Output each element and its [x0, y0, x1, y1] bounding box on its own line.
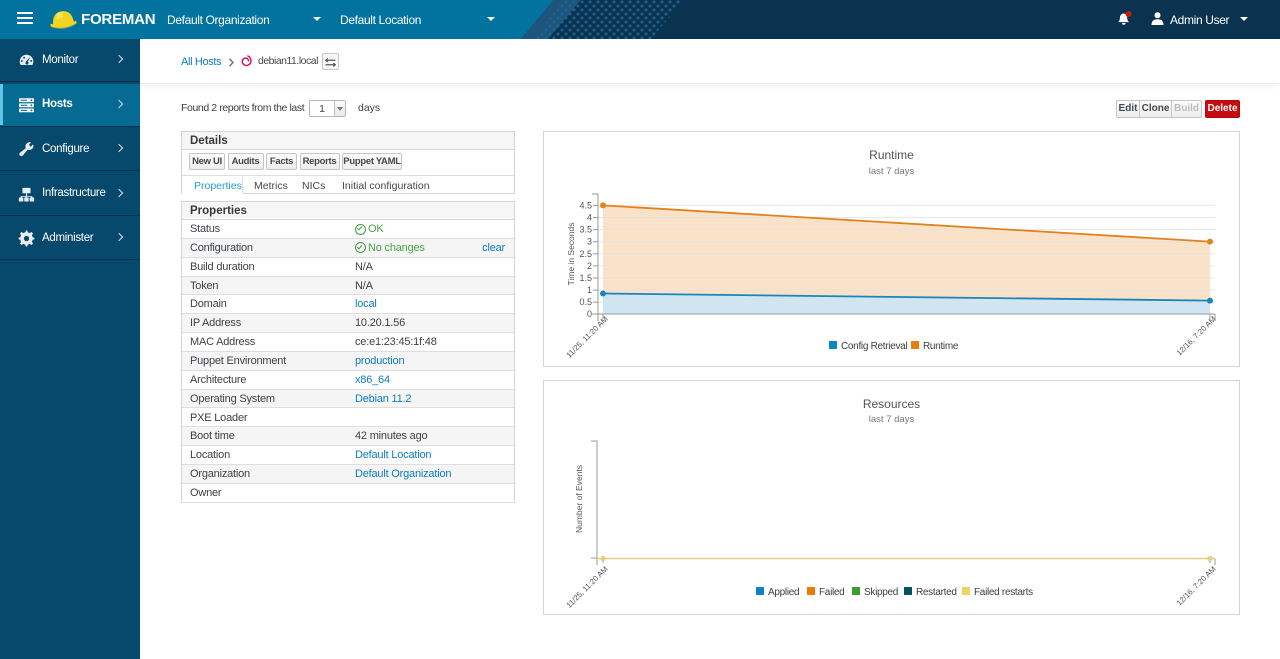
svg-text:11/25, 11:20 AM: 11/25, 11:20 AM: [565, 564, 610, 609]
svg-text:2.5: 2.5: [579, 249, 592, 259]
svg-text:3.5: 3.5: [579, 225, 592, 235]
svg-text:Skipped: Skipped: [864, 587, 898, 598]
svg-text:Restarted: Restarted: [916, 587, 957, 598]
svg-text:Failed restarts: Failed restarts: [974, 587, 1033, 598]
svg-text:Time in Seconds: Time in Seconds: [566, 223, 576, 286]
svg-text:4: 4: [587, 213, 592, 223]
svg-text:Number of Events: Number of Events: [574, 465, 584, 533]
svg-text:Runtime: Runtime: [923, 341, 959, 352]
svg-text:Failed: Failed: [819, 587, 844, 598]
svg-text:2: 2: [587, 261, 592, 271]
svg-text:12/16, 7:20 AM: 12/16, 7:20 AM: [1175, 314, 1218, 357]
svg-text:1: 1: [587, 285, 592, 295]
svg-text:Config Retrieval: Config Retrieval: [841, 341, 907, 352]
svg-text:1.5: 1.5: [579, 273, 592, 283]
svg-text:12/16, 7:20 AM: 12/16, 7:20 AM: [1175, 564, 1218, 607]
svg-text:3: 3: [587, 237, 592, 247]
svg-text:0: 0: [587, 309, 592, 319]
svg-text:4.5: 4.5: [579, 200, 592, 210]
svg-text:Applied: Applied: [768, 587, 799, 598]
svg-text:0.5: 0.5: [579, 297, 592, 307]
svg-text:11/25, 11:20 AM: 11/25, 11:20 AM: [565, 314, 610, 359]
